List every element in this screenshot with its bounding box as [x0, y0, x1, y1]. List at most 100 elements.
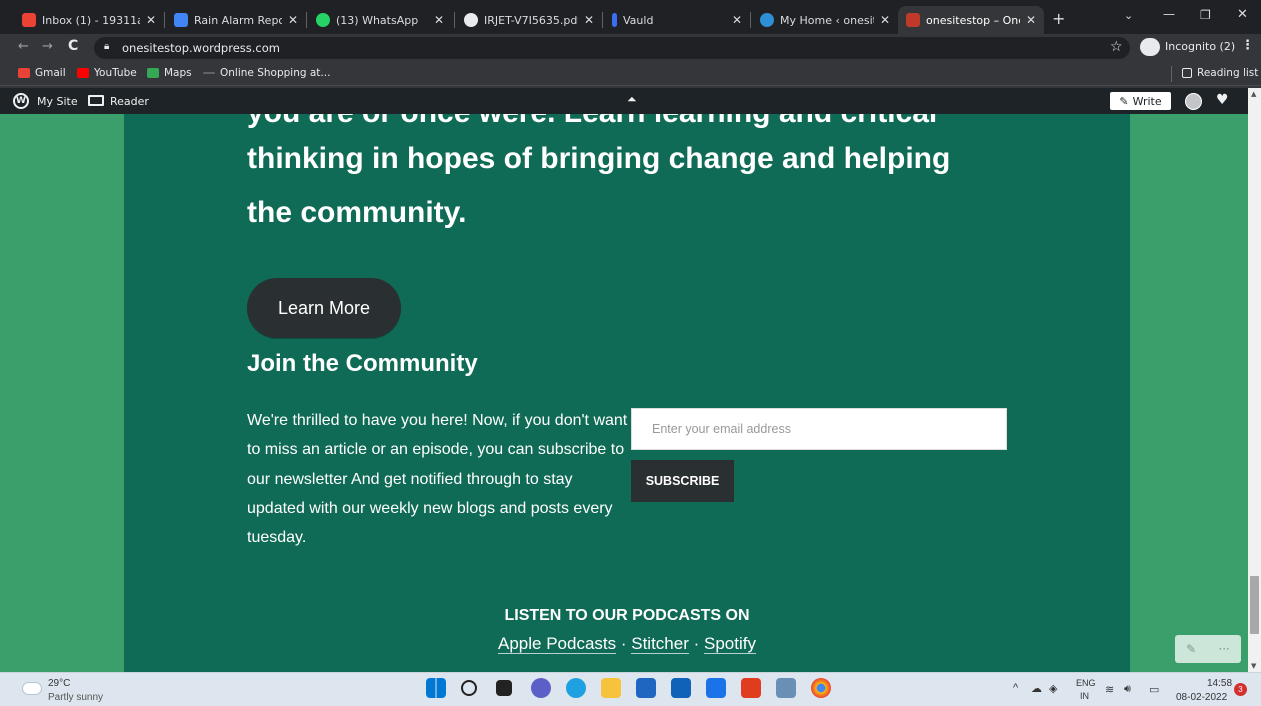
pencil-icon: ✎ — [1119, 94, 1129, 108]
reload-icon[interactable]: C — [68, 38, 78, 54]
tab-title: IRJET-V7I5635.pdf — [484, 13, 578, 27]
close-icon[interactable]: ✕ — [732, 13, 742, 27]
clock-time[interactable]: 14:58 — [1207, 678, 1232, 689]
tray-chevron-up-icon[interactable]: ^ — [1013, 682, 1018, 694]
spotify-link[interactable]: Spotify — [704, 634, 756, 654]
close-icon[interactable]: ✕ — [146, 13, 156, 27]
scroll-up-arrow-icon[interactable]: ▲ — [1251, 90, 1256, 98]
content-panel: you are or once were. Learn learning and… — [124, 114, 1130, 672]
pencil-icon[interactable]: ✎ — [1186, 642, 1196, 656]
restore-button[interactable]: ❐ — [1200, 8, 1211, 22]
tab-vauld[interactable]: Vauld ✕ — [604, 6, 750, 34]
reader-link[interactable]: Reader — [110, 95, 149, 108]
wordpress-icon — [760, 13, 774, 27]
tab-gmail[interactable]: Inbox (1) - 19311a19 ✕ — [14, 6, 164, 34]
address-bar[interactable]: 🔒︎ onesitestop.wordpress.com ☆ — [94, 37, 1130, 59]
chat-icon[interactable] — [531, 678, 551, 698]
scrollbar-thumb[interactable] — [1250, 576, 1259, 634]
learn-more-button[interactable]: Learn More — [247, 278, 401, 338]
minimize-button[interactable]: — — [1163, 7, 1175, 21]
tab-onesitestop[interactable]: onesitestop – One So ✕ — [898, 6, 1044, 34]
language-indicator-bottom[interactable]: IN — [1080, 691, 1089, 701]
search-icon[interactable] — [461, 680, 477, 696]
join-community-text: We're thrilled to have you here! Now, if… — [247, 412, 628, 547]
more-options-icon[interactable]: ··· — [1218, 642, 1229, 656]
podcast-links: Apple Podcasts · Stitcher · Spotify — [498, 634, 756, 654]
shopping-icon — [203, 72, 215, 74]
incognito-label[interactable]: Incognito (2) — [1165, 40, 1235, 53]
gmail-icon — [18, 68, 30, 78]
store-icon[interactable] — [636, 678, 656, 698]
volume-icon[interactable]: 🔊︎ — [1124, 683, 1131, 696]
floating-edit-widget[interactable]: ✎ ··· — [1175, 635, 1241, 663]
tab-title: Rain Alarm Report.do — [194, 13, 282, 27]
mail-icon[interactable] — [671, 678, 691, 698]
tab-pdf[interactable]: IRJET-V7I5635.pdf ✕ — [456, 6, 602, 34]
notifications-bell-icon[interactable]: ♥ — [1216, 92, 1229, 108]
wifi-icon[interactable]: ≋ — [1105, 683, 1114, 696]
battery-icon[interactable]: ▭ — [1149, 683, 1159, 696]
tab-docs[interactable]: Rain Alarm Report.do ✕ — [166, 6, 306, 34]
forward-arrow-icon[interactable]: → — [42, 39, 53, 54]
notification-badge[interactable]: 3 — [1234, 683, 1247, 696]
star-icon[interactable]: ☆ — [1110, 39, 1123, 55]
clock-date[interactable]: 08-02-2022 — [1176, 692, 1227, 703]
scroll-down-arrow-icon[interactable]: ▼ — [1251, 662, 1256, 670]
app-icon[interactable] — [706, 678, 726, 698]
tab-title: My Home ‹ onesitest — [780, 13, 874, 27]
browser-tab-strip: Inbox (1) - 19311a19 ✕ Rain Alarm Report… — [0, 0, 1261, 34]
edge-icon[interactable] — [566, 678, 586, 698]
chrome-icon[interactable] — [811, 678, 831, 698]
kebab-menu-icon[interactable]: ⋮ — [1241, 38, 1254, 53]
tab-title: onesitestop – One So — [926, 13, 1020, 27]
start-windows-icon[interactable] — [426, 678, 446, 698]
network-app-icon[interactable] — [776, 678, 796, 698]
join-community-title: Join the Community — [247, 350, 478, 377]
tab-whatsapp[interactable]: (13) WhatsApp ✕ — [308, 6, 452, 34]
tab-my-home[interactable]: My Home ‹ onesitest ✕ — [752, 6, 898, 34]
close-icon[interactable]: ✕ — [584, 13, 594, 27]
lock-icon: 🔒︎ — [104, 41, 110, 52]
collapse-bar-icon[interactable]: ⏶ — [627, 92, 637, 107]
file-explorer-icon[interactable] — [601, 678, 621, 698]
windows-taskbar — [0, 672, 1261, 706]
bookmark-gmail[interactable]: Gmail — [18, 67, 66, 79]
write-button[interactable]: ✎ Write — [1110, 92, 1171, 110]
avatar[interactable] — [1185, 93, 1202, 110]
email-input[interactable] — [631, 408, 1007, 450]
heading-line-2: the community. — [247, 196, 467, 229]
bookmark-youtube[interactable]: YouTube — [77, 67, 137, 79]
bookmark-maps[interactable]: Maps — [147, 67, 192, 79]
onedrive-icon[interactable]: ☁ — [1031, 682, 1042, 695]
maps-icon — [147, 68, 159, 78]
reading-list-button[interactable]: Reading list — [1182, 67, 1258, 79]
my-site-link[interactable]: My Site — [37, 95, 78, 108]
weather-desc[interactable]: Partly sunny — [48, 692, 103, 703]
bookmark-shopping[interactable]: Online Shopping at... — [203, 67, 330, 79]
subscribe-button[interactable]: SUBSCRIBE — [631, 460, 734, 502]
wordpress-admin-bar: W My Site Reader ⏶ ✎ Write ♥ — [0, 88, 1248, 114]
weather-temp[interactable]: 29°C — [48, 678, 70, 689]
office-icon[interactable] — [741, 678, 761, 698]
language-indicator-top[interactable]: ENG — [1076, 678, 1096, 688]
podcasts-title: LISTEN TO OUR PODCASTS ON — [504, 607, 750, 624]
tab-search-chevron-icon[interactable]: ⌄ — [1124, 9, 1133, 22]
close-icon[interactable]: ✕ — [880, 13, 890, 27]
reading-list-icon — [1182, 68, 1192, 78]
window-close-button[interactable]: ✕ — [1237, 7, 1248, 22]
new-tab-button[interactable]: + — [1052, 9, 1065, 28]
tray-app-icon[interactable]: ◈ — [1049, 682, 1057, 695]
wordpress-icon[interactable]: W — [13, 93, 29, 109]
close-icon[interactable]: ✕ — [1026, 13, 1036, 27]
close-icon[interactable]: ✕ — [288, 13, 298, 27]
reader-icon — [88, 95, 104, 106]
back-arrow-icon[interactable]: ← — [18, 39, 29, 54]
whatsapp-icon — [316, 13, 330, 27]
vauld-icon — [612, 13, 617, 27]
youtube-icon — [77, 68, 89, 78]
close-icon[interactable]: ✕ — [434, 13, 444, 27]
task-view-icon[interactable] — [496, 680, 512, 696]
apple-podcasts-link[interactable]: Apple Podcasts — [498, 634, 617, 654]
page-viewport: you are or once were. Learn learning and… — [0, 114, 1248, 672]
stitcher-link[interactable]: Stitcher — [631, 634, 689, 654]
